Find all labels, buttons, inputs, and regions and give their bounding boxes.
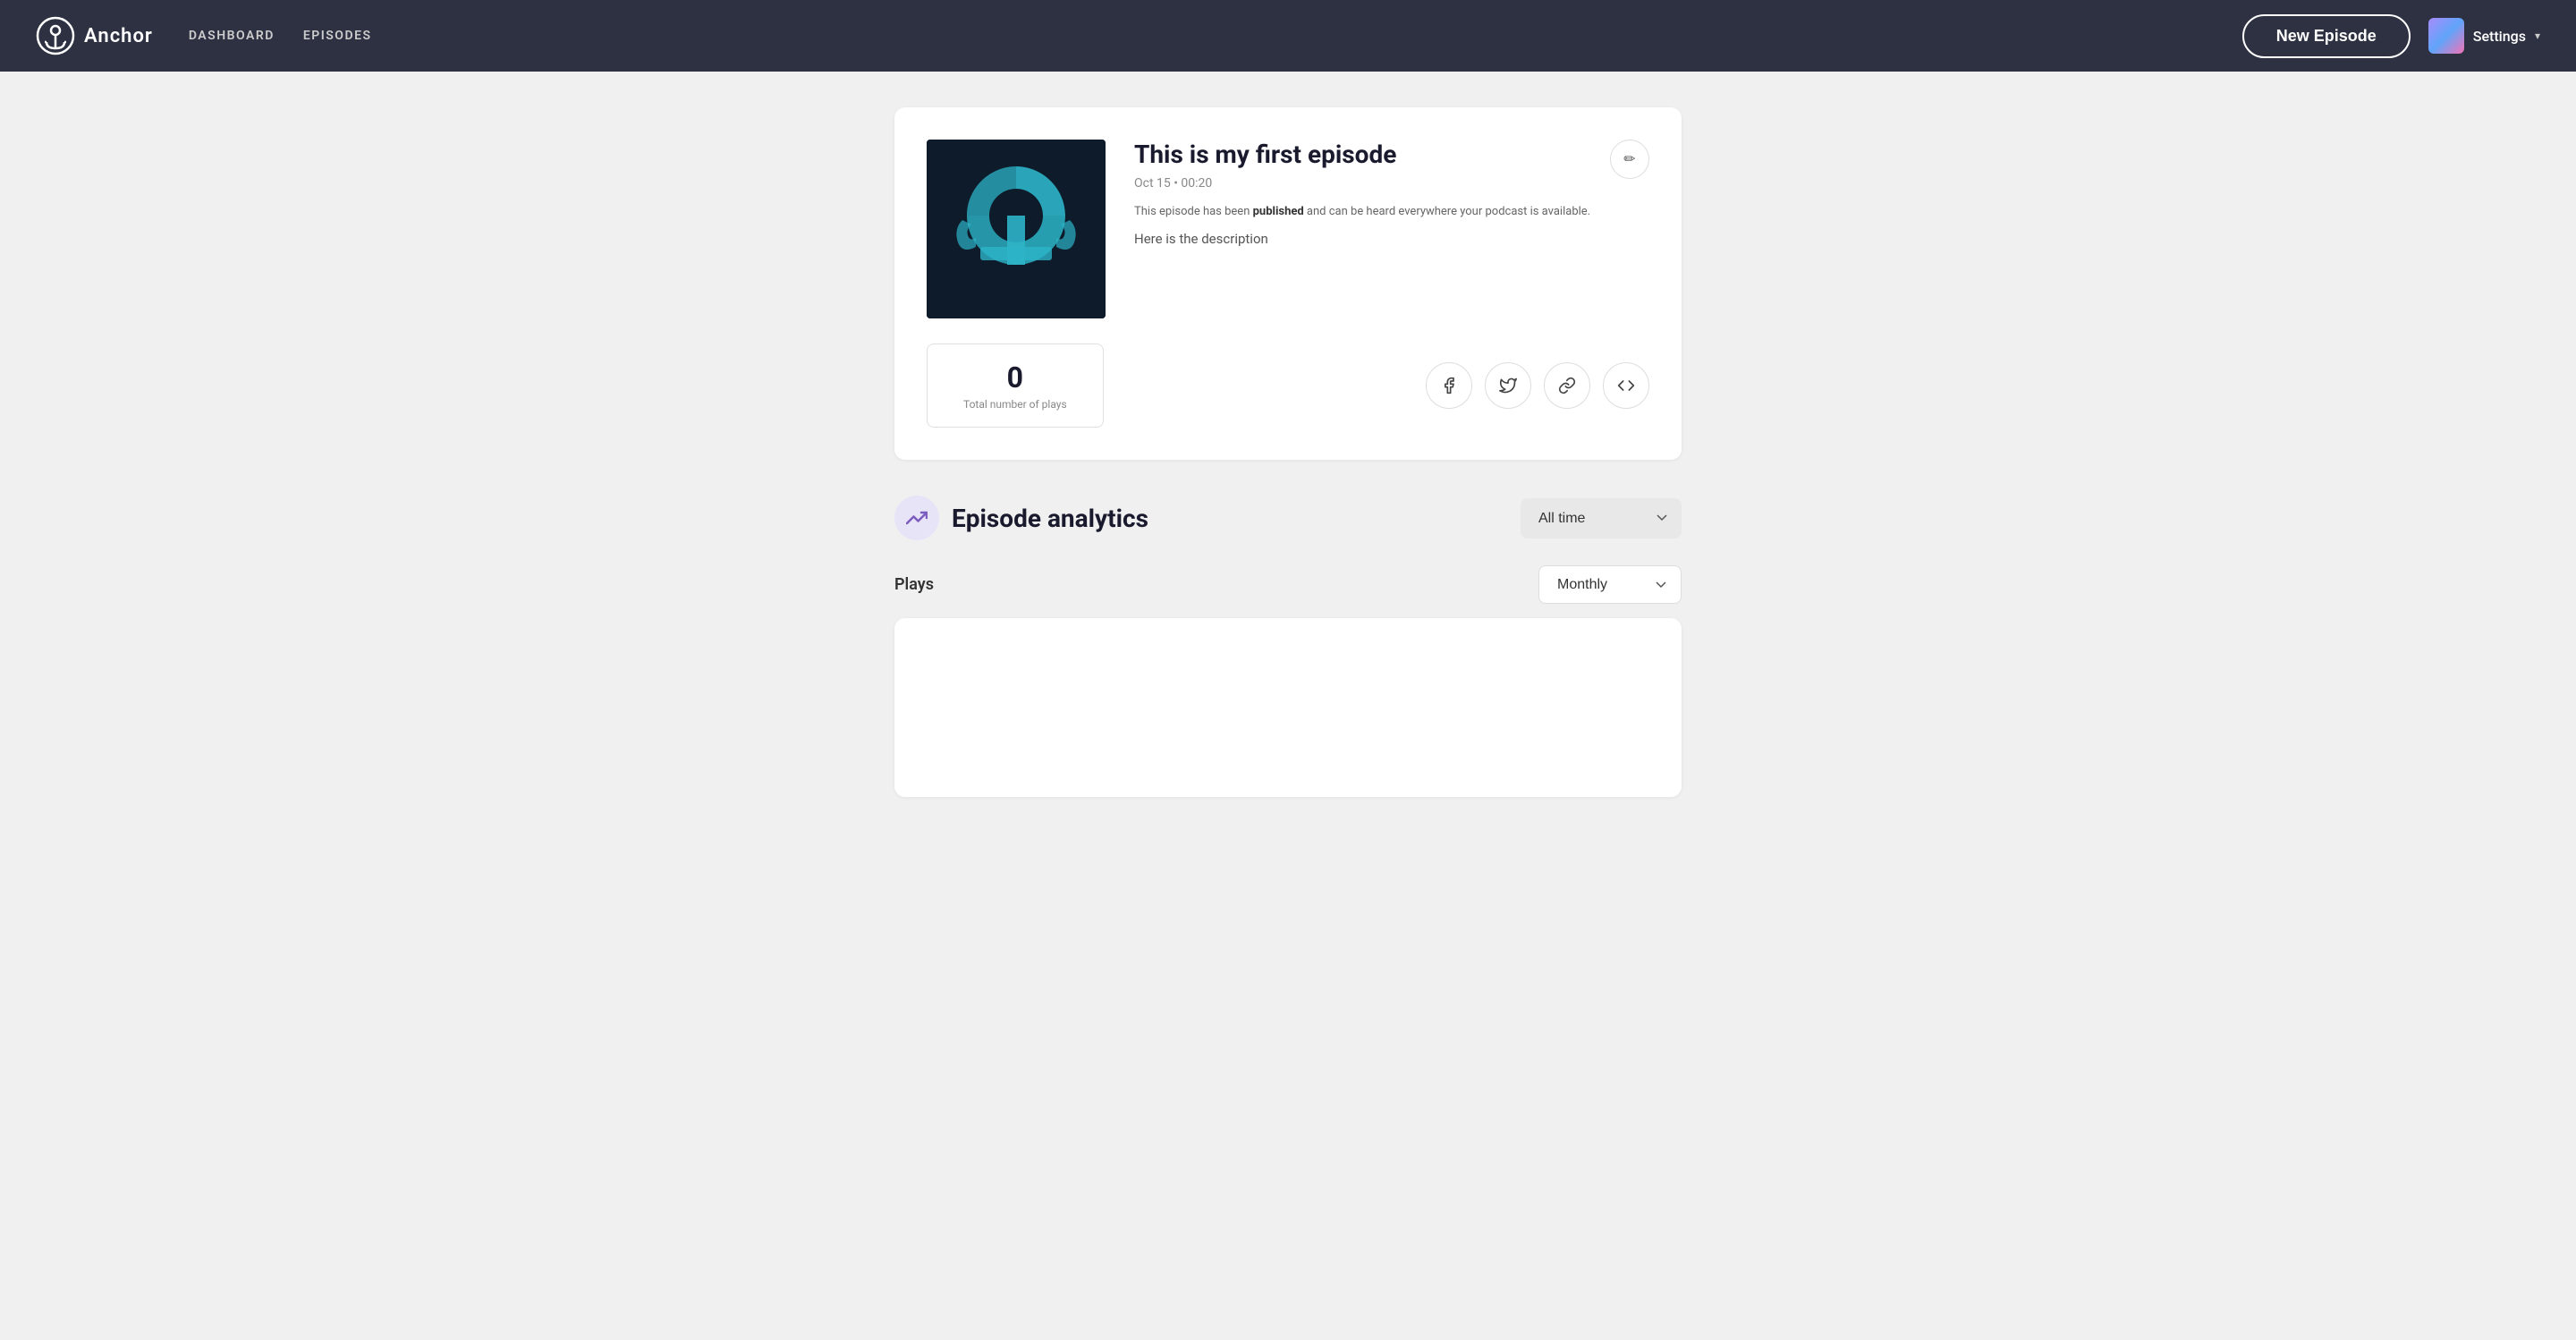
episode-meta: Oct 15 • 00:20 bbox=[1134, 176, 1649, 191]
nav-links: DASHBOARD EPISODES bbox=[189, 29, 372, 43]
trending-up-icon bbox=[906, 507, 928, 529]
plays-row: Plays Monthly Weekly Daily bbox=[894, 565, 1682, 604]
navbar-left: Anchor DASHBOARD EPISODES bbox=[36, 16, 372, 55]
analytics-section: Episode analytics All time Last 7 days L… bbox=[894, 496, 1682, 797]
settings-label: Settings bbox=[2473, 28, 2526, 45]
anchor-logo-icon bbox=[36, 16, 75, 55]
status-text-before: This episode has been bbox=[1134, 205, 1253, 218]
status-text-after: and can be heard everywhere your podcast… bbox=[1304, 205, 1590, 218]
new-episode-button[interactable]: New Episode bbox=[2242, 14, 2411, 58]
episode-title: This is my first episode bbox=[1134, 140, 1649, 169]
logo-area: Anchor bbox=[36, 16, 153, 55]
share-facebook-button[interactable] bbox=[1426, 362, 1472, 409]
share-link-button[interactable] bbox=[1544, 362, 1590, 409]
main-content: This is my first episode Oct 15 • 00:20 … bbox=[877, 72, 1699, 833]
navbar-right: New Episode Settings ▾ bbox=[2242, 14, 2540, 58]
share-icons bbox=[1426, 362, 1649, 409]
user-avatar bbox=[2428, 18, 2464, 54]
plays-section-label: Plays bbox=[894, 575, 934, 594]
status-bold: published bbox=[1253, 205, 1304, 218]
embed-icon bbox=[1617, 377, 1635, 394]
episode-status: This episode has been published and can … bbox=[1134, 203, 1649, 222]
share-twitter-button[interactable] bbox=[1485, 362, 1531, 409]
episode-card-bottom: 0 Total number of plays bbox=[927, 343, 1649, 428]
settings-area[interactable]: Settings ▾ bbox=[2428, 18, 2540, 54]
twitter-icon bbox=[1499, 377, 1517, 394]
analytics-icon bbox=[894, 496, 939, 540]
nav-dashboard[interactable]: DASHBOARD bbox=[189, 29, 275, 43]
settings-chevron-icon: ▾ bbox=[2535, 30, 2540, 42]
facebook-icon bbox=[1440, 377, 1458, 394]
logo-text: Anchor bbox=[84, 25, 153, 47]
plays-label: Total number of plays bbox=[963, 398, 1067, 411]
nav-episodes[interactable]: EPISODES bbox=[303, 29, 372, 43]
plays-box: 0 Total number of plays bbox=[927, 343, 1104, 428]
episode-description: Here is the description bbox=[1134, 231, 1649, 247]
analytics-title-area: Episode analytics bbox=[894, 496, 1148, 540]
monthly-dropdown[interactable]: Monthly Weekly Daily bbox=[1538, 565, 1682, 604]
navbar: Anchor DASHBOARD EPISODES New Episode Se… bbox=[0, 0, 2576, 72]
analytics-title: Episode analytics bbox=[952, 504, 1148, 533]
episode-card-top: This is my first episode Oct 15 • 00:20 … bbox=[927, 140, 1649, 318]
share-embed-button[interactable] bbox=[1603, 362, 1649, 409]
plays-count: 0 bbox=[963, 360, 1067, 394]
link-icon bbox=[1558, 377, 1576, 394]
episode-thumbnail bbox=[927, 140, 1106, 318]
pencil-icon: ✏ bbox=[1623, 150, 1635, 168]
edit-episode-button[interactable]: ✏ bbox=[1610, 140, 1649, 179]
episode-info: This is my first episode Oct 15 • 00:20 … bbox=[1134, 140, 1649, 247]
episode-card: This is my first episode Oct 15 • 00:20 … bbox=[894, 107, 1682, 460]
analytics-header: Episode analytics All time Last 7 days L… bbox=[894, 496, 1682, 540]
chart-area bbox=[894, 618, 1682, 797]
all-time-dropdown[interactable]: All time Last 7 days Last 30 days bbox=[1521, 498, 1682, 539]
